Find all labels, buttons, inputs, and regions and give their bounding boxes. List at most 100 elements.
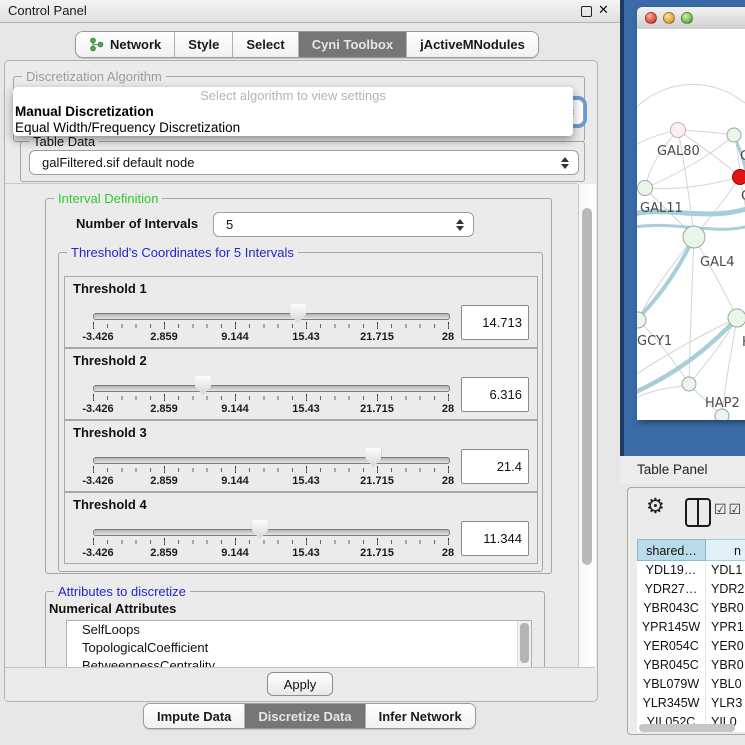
table-data-combobox[interactable]: galFiltered.sif default node bbox=[29, 150, 579, 175]
node-red bbox=[733, 170, 745, 185]
threshold-1-label: Threshold 1 bbox=[73, 281, 147, 296]
minimize-traffic-light-icon[interactable] bbox=[663, 12, 675, 24]
table-row[interactable]: YBR045CYBR0 bbox=[637, 656, 745, 675]
numerical-attributes-label: Numerical Attributes bbox=[49, 601, 176, 616]
table-data-group-title: Table Data bbox=[29, 134, 99, 149]
dropdown-option-manual[interactable]: Manual Discretization bbox=[15, 104, 154, 119]
node-label-gal4: GAL4 bbox=[700, 255, 734, 270]
apply-button[interactable]: Apply bbox=[267, 672, 334, 696]
slider-minor-ticks bbox=[93, 324, 449, 328]
numerical-attributes-list[interactable]: SelfLoops TopologicalCoefficient Between… bbox=[66, 620, 532, 668]
attributes-group-title: Attributes to discretize bbox=[54, 584, 190, 599]
threshold-3-value-field[interactable]: 21.4 bbox=[461, 449, 529, 484]
table-row[interactable]: YDL19…YDL1 bbox=[637, 561, 745, 580]
gear-icon[interactable]: ⚙ bbox=[646, 494, 665, 519]
bottom-tab-bar: Impute Data Discretize Data Infer Networ… bbox=[143, 703, 476, 729]
thresholds-group-title: Threshold's Coordinates for 5 Intervals bbox=[67, 245, 298, 260]
close-traffic-light-icon[interactable] bbox=[645, 12, 657, 24]
node-label-ga: GA bbox=[740, 149, 745, 164]
tab-impute-data[interactable]: Impute Data bbox=[144, 704, 244, 728]
node-label-gal11: GAL11 bbox=[640, 201, 683, 216]
table-row[interactable]: YBR043CYBR0 bbox=[637, 599, 745, 618]
node-gal4 bbox=[683, 226, 705, 248]
tab-jactivemnodules[interactable]: jActiveMNodules bbox=[406, 32, 538, 57]
float-window-icon[interactable] bbox=[581, 6, 592, 17]
table-data-group: Table Data galFiltered.sif default node bbox=[20, 141, 585, 182]
network-canvas[interactable]: GAL80 GA GAL11 C GAL4 GCY1 H HAP2 bbox=[637, 29, 745, 420]
network-window-titlebar bbox=[637, 7, 745, 30]
settings-scrollbar[interactable] bbox=[578, 184, 596, 667]
threshold-4-value-field[interactable]: 11.344 bbox=[461, 521, 529, 556]
threshold-3-slider-thumb[interactable] bbox=[365, 448, 381, 467]
interval-definition-title: Interval Definition bbox=[54, 191, 162, 206]
tab-cyni-toolbox[interactable]: Cyni Toolbox bbox=[298, 32, 406, 57]
node-label-c: C bbox=[741, 189, 745, 204]
column-header-shared-name[interactable]: shared… bbox=[637, 539, 706, 561]
number-of-intervals-label: Number of Intervals bbox=[76, 216, 198, 231]
threshold-2-value-field[interactable]: 6.316 bbox=[461, 377, 529, 412]
attributes-group: Attributes to discretize Numerical Attri… bbox=[45, 591, 545, 668]
network-icon bbox=[89, 37, 104, 52]
control-panel-title: Control Panel bbox=[8, 3, 87, 18]
threshold-1-value-field[interactable]: 14.713 bbox=[461, 305, 529, 340]
network-view-frame: GAL80 GA GAL11 C GAL4 GCY1 H HAP2 bbox=[620, 0, 745, 456]
dropdown-option-equal-width[interactable]: Equal Width/Frequency Discretization bbox=[15, 120, 240, 135]
slider-minor-ticks bbox=[93, 396, 449, 400]
app-root: Control Panel ✕ Network Style Select Cyn… bbox=[0, 0, 745, 745]
table-data-selected: galFiltered.sif default node bbox=[42, 155, 194, 170]
slider-minor-ticks bbox=[93, 468, 449, 472]
table-panel-body: ⚙ ☑☑ shared… n YDL19…YDL1 YDR27…YDR2 YBR… bbox=[620, 484, 745, 745]
threshold-4-panel: Threshold 4 -3.426 2.859 9.144 15.43 21.… bbox=[64, 492, 538, 564]
tab-style[interactable]: Style bbox=[174, 32, 232, 57]
list-item[interactable]: SelfLoops bbox=[67, 621, 531, 639]
table-row[interactable]: YER054CYER0 bbox=[637, 637, 745, 656]
node-table: shared… n YDL19…YDL1 YDR27…YDR2 YBR043CY… bbox=[637, 539, 745, 732]
node-gal80 bbox=[671, 123, 686, 138]
top-tab-bar: Network Style Select Cyni Toolbox jActiv… bbox=[75, 31, 539, 58]
node-h bbox=[728, 309, 745, 327]
zoom-traffic-light-icon[interactable] bbox=[681, 12, 693, 24]
checkbox-icons[interactable]: ☑☑ bbox=[714, 501, 743, 518]
network-window: GAL80 GA GAL11 C GAL4 GCY1 H HAP2 bbox=[637, 7, 745, 420]
number-of-intervals-value: 5 bbox=[226, 217, 233, 232]
node-gcy1 bbox=[637, 312, 646, 328]
list-item[interactable]: TopologicalCoefficient bbox=[67, 639, 531, 657]
tab-select[interactable]: Select bbox=[232, 32, 297, 57]
table-row[interactable]: YPR145WYPR1 bbox=[637, 618, 745, 637]
table-row[interactable]: YDR27…YDR2 bbox=[637, 580, 745, 599]
column-header-name[interactable]: n bbox=[706, 539, 745, 561]
threshold-2-label: Threshold 2 bbox=[73, 353, 147, 368]
node-label-gcy1: GCY1 bbox=[637, 334, 672, 349]
node-top-right bbox=[727, 128, 741, 142]
table-panel-title: Table Panel bbox=[637, 462, 708, 477]
table-horizontal-scrollbar[interactable] bbox=[637, 723, 741, 733]
node-gal11 bbox=[638, 181, 653, 196]
node-label-hap2: HAP2 bbox=[705, 396, 740, 411]
threshold-3-label: Threshold 3 bbox=[73, 425, 147, 440]
list-scrollbar[interactable] bbox=[517, 621, 531, 668]
threshold-2-slider-thumb[interactable] bbox=[195, 376, 211, 395]
threshold-3-panel: Threshold 3 -3.426 2.859 9.144 15.43 21.… bbox=[64, 420, 538, 492]
node-hap2 bbox=[682, 377, 696, 391]
table-row[interactable]: YLR345WYLR3 bbox=[637, 694, 745, 713]
dropdown-placeholder: Select algorithm to view settings bbox=[13, 88, 573, 103]
interval-definition-group: Interval Definition Number of Intervals … bbox=[45, 198, 552, 574]
threshold-4-slider-thumb[interactable] bbox=[252, 520, 268, 539]
threshold-2-panel: Threshold 2 -3.426 2.859 9.144 15.43 21.… bbox=[64, 348, 538, 420]
settings-scroll-area: Interval Definition Number of Intervals … bbox=[5, 183, 577, 668]
tab-infer-network[interactable]: Infer Network bbox=[365, 704, 475, 728]
tab-network[interactable]: Network bbox=[76, 32, 174, 57]
table-panel-box: ⚙ ☑☑ shared… n YDL19…YDL1 YDR27…YDR2 YBR… bbox=[627, 487, 745, 735]
apply-row: Apply bbox=[5, 667, 595, 700]
table-panel-titlebar: Table Panel bbox=[620, 456, 745, 485]
threshold-1-slider-thumb[interactable] bbox=[290, 304, 306, 323]
tab-network-label: Network bbox=[110, 37, 161, 52]
slider-minor-ticks bbox=[93, 540, 449, 544]
split-table-icon[interactable] bbox=[685, 498, 711, 527]
table-row[interactable]: YBL079WYBL0 bbox=[637, 675, 745, 694]
control-panel-titlebar: Control Panel ✕ bbox=[0, 0, 620, 23]
close-icon[interactable]: ✕ bbox=[598, 2, 609, 18]
number-of-intervals-spinner[interactable]: 5 bbox=[213, 212, 474, 237]
node-label-gal80: GAL80 bbox=[657, 144, 700, 159]
tab-discretize-data[interactable]: Discretize Data bbox=[244, 704, 364, 728]
